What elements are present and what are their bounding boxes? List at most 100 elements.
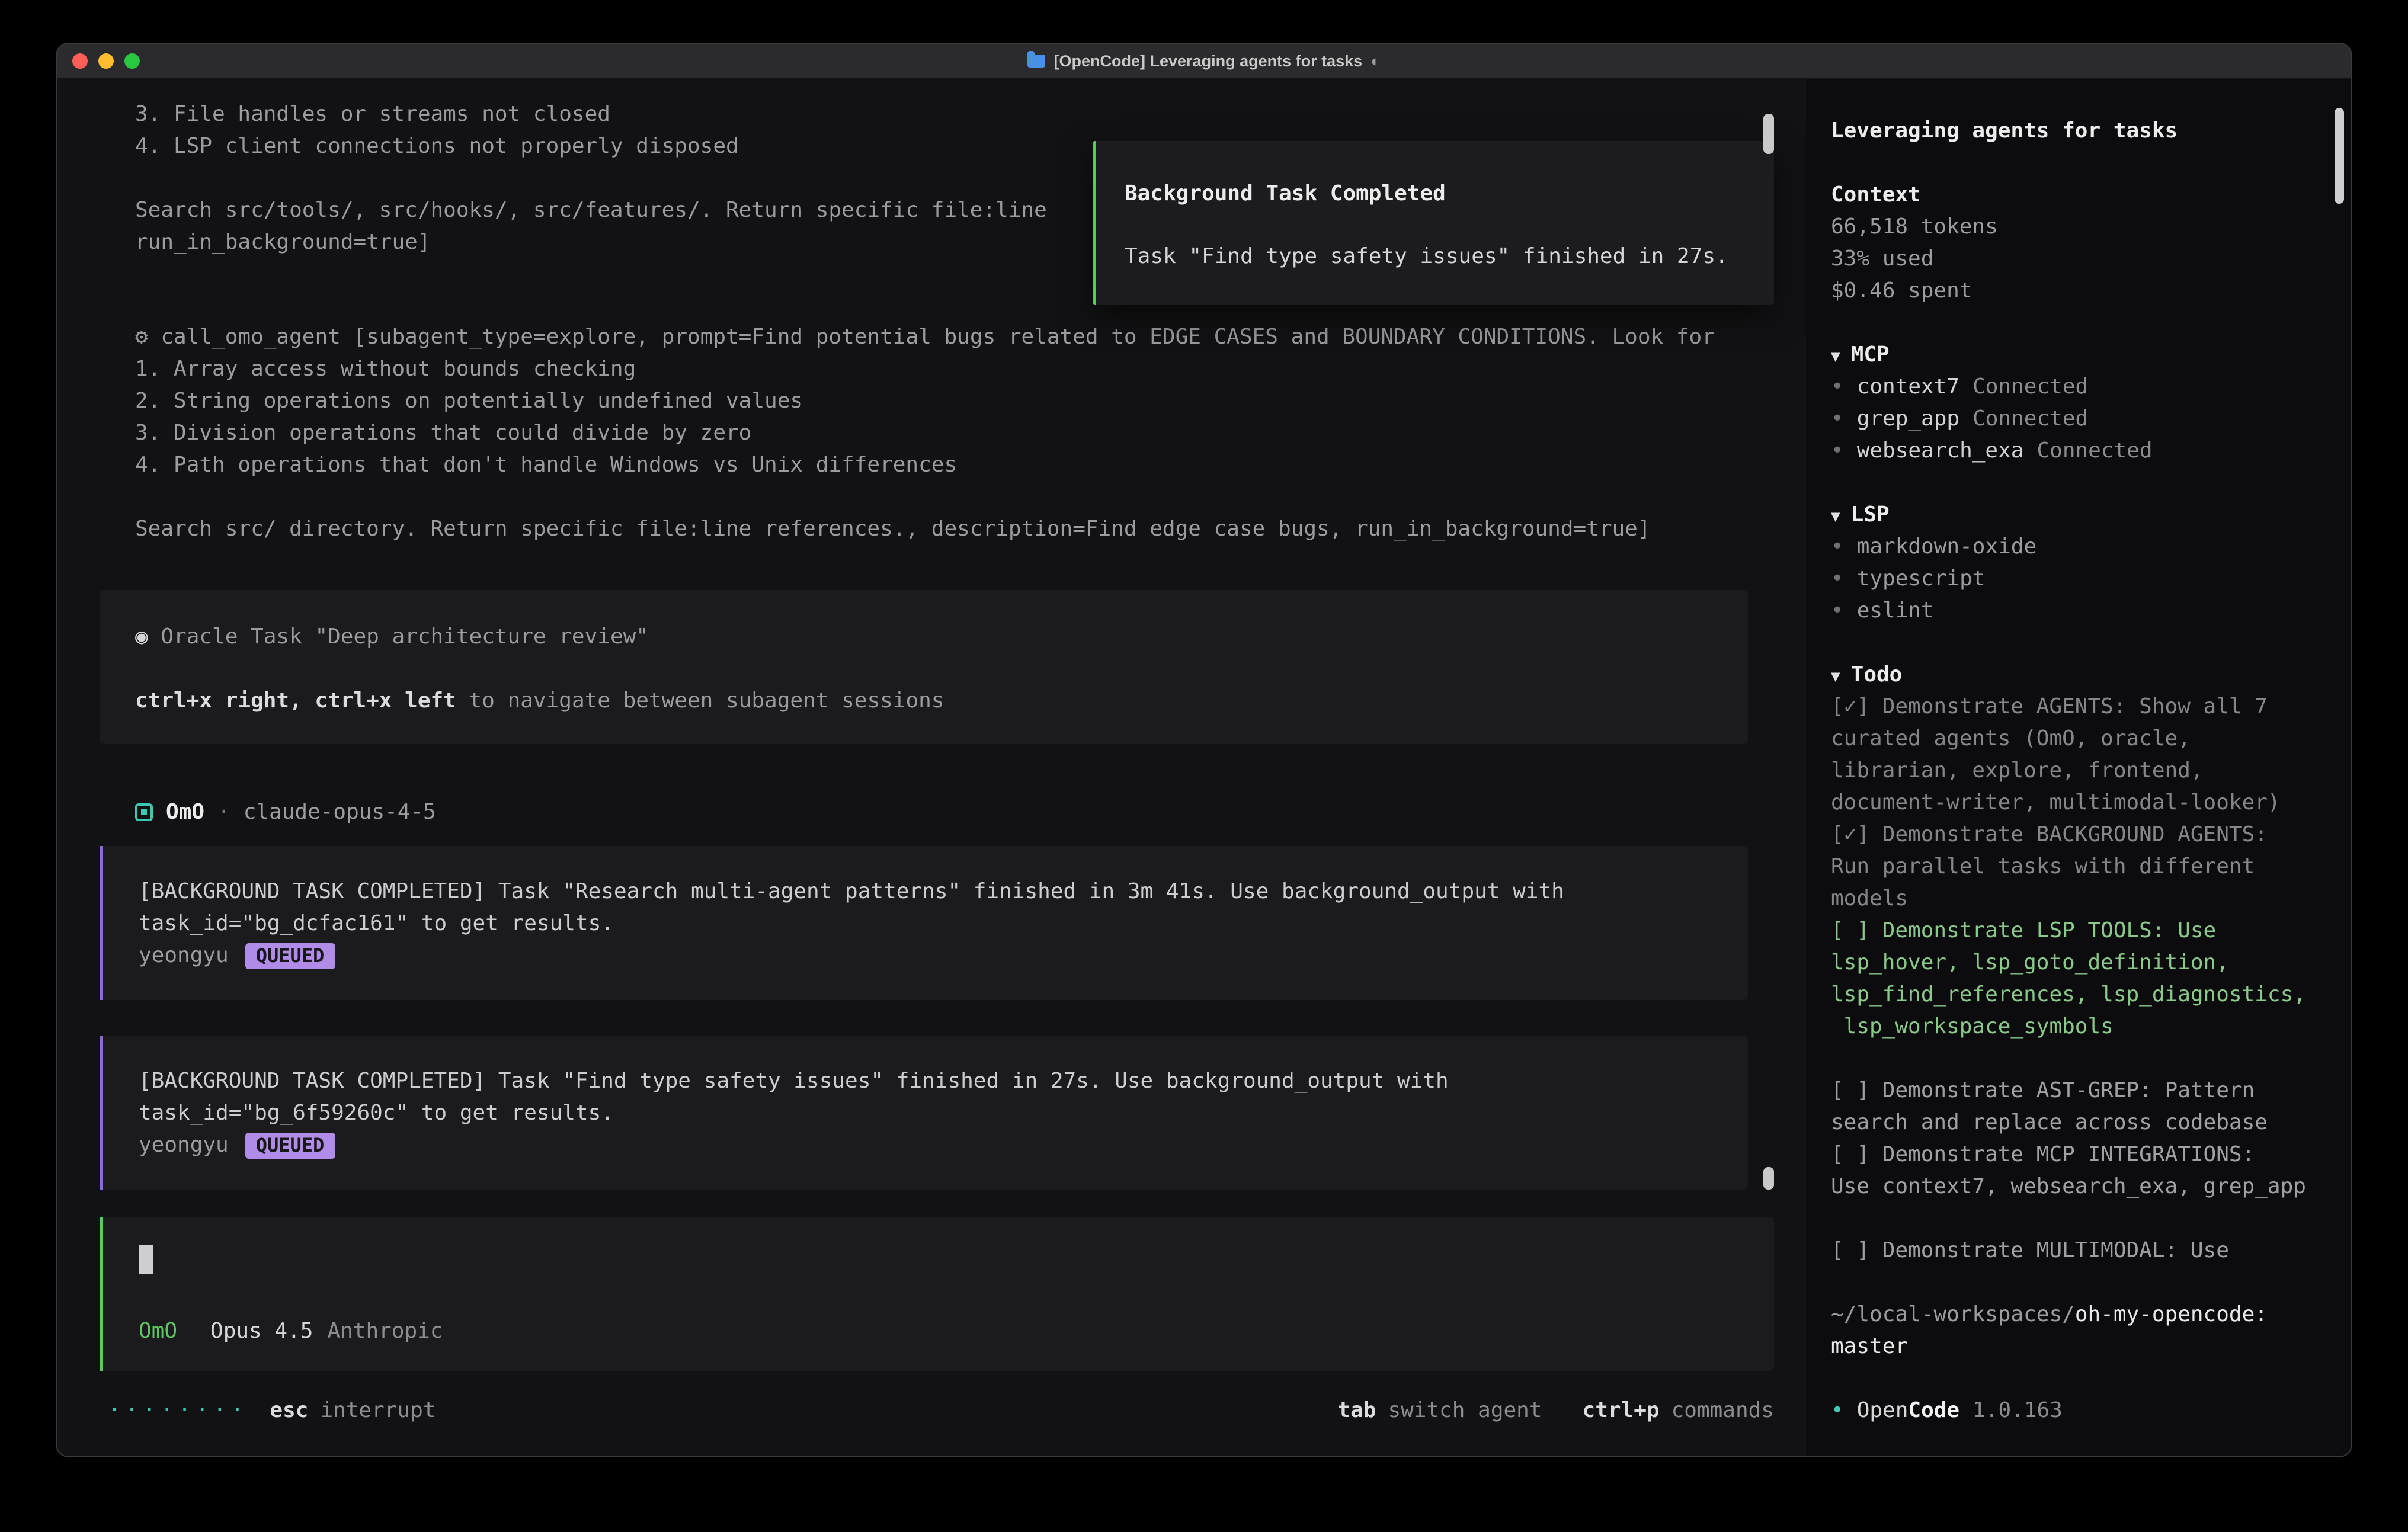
lsp-item: •eslint xyxy=(1831,595,2335,627)
spacer xyxy=(1831,467,2335,499)
mcp-item: •websearch_exaConnected xyxy=(1831,435,2335,467)
moon-icon: ◐ xyxy=(1370,52,1380,70)
message-block[interactable]: [BACKGROUND TASK COMPLETED] Task "Find t… xyxy=(100,1036,1748,1190)
bullet-icon: • xyxy=(1831,1398,1844,1423)
chat-area: 3. File handles or streams not closed 4.… xyxy=(57,79,1806,1456)
tab-key-label: switch agent xyxy=(1388,1395,1542,1427)
spacer xyxy=(1831,1267,2335,1299)
mcp-status: Connected xyxy=(1972,374,2088,399)
chevron-down-icon[interactable]: ▼ xyxy=(1831,508,1840,526)
notification-toast[interactable]: Background Task Completed Task "Find typ… xyxy=(1093,141,1774,305)
text-line: Search src/ directory. Return specific f… xyxy=(135,513,1774,545)
mcp-section-header[interactable]: ▼MCP xyxy=(1831,339,2335,371)
todo-item-active: [ ] Demonstrate LSP TOOLS: Use lsp_hover… xyxy=(1831,915,2335,1043)
bullet-icon: • xyxy=(1831,598,1844,623)
todo-item-pending: [ ] Demonstrate MCP INTEGRATIONS: Use co… xyxy=(1831,1139,2335,1203)
toast-title: Background Task Completed xyxy=(1125,178,1750,210)
author-name: yeongyu xyxy=(139,1133,229,1158)
message-meta: yeongyu QUEUED xyxy=(139,1129,1712,1161)
message-line: [BACKGROUND TASK COMPLETED] Task "Resear… xyxy=(139,876,1712,908)
oracle-task-panel[interactable]: ◉ Oracle Task "Deep architecture review"… xyxy=(100,590,1748,744)
bullet-icon: • xyxy=(1831,566,1844,591)
spacer xyxy=(1831,147,2335,179)
zoom-button[interactable] xyxy=(124,53,140,69)
input-model-label[interactable]: Opus 4.5 xyxy=(210,1315,313,1347)
message-line: [BACKGROUND TASK COMPLETED] Task "Find t… xyxy=(139,1065,1712,1097)
tool-call-header: ⚙ call_omo_agent [subagent_type=explore,… xyxy=(135,321,1774,353)
spacer xyxy=(1831,627,2335,659)
close-button[interactable] xyxy=(72,53,88,69)
lsp-item: •markdown-oxide xyxy=(1831,531,2335,563)
tool-call-block: ⚙ call_omo_agent [subagent_type=explore,… xyxy=(135,321,1774,545)
text-line: 1. Array access without bounds checking xyxy=(135,353,1774,385)
mcp-item: •context7Connected xyxy=(1831,371,2335,403)
todo-item-done: [✓] Demonstrate BACKGROUND AGENTS: Run p… xyxy=(1831,819,2335,915)
mcp-status: Connected xyxy=(1972,406,2088,431)
status-right: tab switch agent ctrl+p commands xyxy=(1337,1395,1774,1427)
agent-model: claude-opus-4-5 xyxy=(244,796,436,828)
agent-name: OmO xyxy=(166,796,204,828)
esc-key-label: interrupt xyxy=(320,1395,436,1427)
chevron-down-icon[interactable]: ▼ xyxy=(1831,668,1840,686)
bullet-icon: • xyxy=(1831,534,1844,559)
todo-section-header[interactable]: ▼Todo xyxy=(1831,659,2335,691)
ctrlp-key-hint: ctrl+p xyxy=(1583,1395,1660,1427)
traffic-lights xyxy=(72,44,140,78)
message-line: task_id="bg_dcfac161" to get results. xyxy=(139,908,1712,940)
spinner-dots-icon: ········ xyxy=(108,1395,248,1427)
text-line: 3. File handles or streams not closed xyxy=(135,98,1774,130)
session-title: Leveraging agents for tasks xyxy=(1831,115,2335,147)
gear-icon: ⚙ xyxy=(135,325,148,350)
window-title: [OpenCode] Leveraging agents for tasks xyxy=(1054,52,1363,70)
bullet-icon: • xyxy=(1831,438,1844,463)
toast-body: Task "Find type safety issues" finished … xyxy=(1125,241,1750,273)
spacer xyxy=(1831,1043,2335,1075)
esc-key-hint: esc xyxy=(270,1395,308,1427)
lsp-section-header[interactable]: ▼LSP xyxy=(1831,499,2335,531)
status-badge: QUEUED xyxy=(245,943,335,969)
main-scrollbar-thumb-2[interactable] xyxy=(1763,1167,1774,1190)
agent-icon xyxy=(135,803,153,821)
input-agent-label[interactable]: OmO xyxy=(139,1315,177,1347)
spacer xyxy=(1831,307,2335,339)
todo-item-pending: [ ] Demonstrate AST-GREP: Pattern search… xyxy=(1831,1075,2335,1139)
git-branch: master xyxy=(1831,1331,2335,1363)
blank-line xyxy=(135,653,1712,685)
record-icon: ◉ xyxy=(135,624,148,649)
minimize-button[interactable] xyxy=(98,53,114,69)
sidebar-scrollbar-thumb[interactable] xyxy=(2335,108,2344,204)
lsp-item: •typescript xyxy=(1831,563,2335,595)
keybind-text: ctrl+x right, ctrl+x left xyxy=(135,688,456,713)
agent-icon-inner xyxy=(141,809,147,815)
working-directory: ~/local-workspaces/oh-my-opencode: xyxy=(1831,1299,2335,1331)
window-title-group: [OpenCode] Leveraging agents for tasks ◐ xyxy=(1028,52,1381,70)
folder-icon xyxy=(1028,55,1046,68)
mcp-status: Connected xyxy=(2036,438,2152,463)
mcp-item: •grep_appConnected xyxy=(1831,403,2335,435)
status-left: ········ esc interrupt xyxy=(108,1395,436,1427)
bullet-icon: • xyxy=(1831,406,1844,431)
main-scrollbar-thumb[interactable] xyxy=(1763,114,1774,154)
context-spent: $0.46 spent xyxy=(1831,275,2335,307)
text-line: 2. String operations on potentially unde… xyxy=(135,385,1774,417)
desktop: [OpenCode] Leveraging agents for tasks ◐… xyxy=(0,0,2408,1532)
context-tokens: 66,518 tokens xyxy=(1831,211,2335,243)
text-line: 4. Path operations that don't handle Win… xyxy=(135,449,1774,481)
message-block[interactable]: [BACKGROUND TASK COMPLETED] Task "Resear… xyxy=(100,846,1748,1000)
text-cursor xyxy=(139,1245,153,1274)
agent-header: OmO · claude-opus-4-5 xyxy=(135,796,1774,828)
author-name: yeongyu xyxy=(139,943,229,968)
message-meta: yeongyu QUEUED xyxy=(139,940,1712,972)
oracle-hint: ctrl+x right, ctrl+x left to navigate be… xyxy=(135,685,1712,717)
titlebar[interactable]: [OpenCode] Leveraging agents for tasks ◐ xyxy=(57,44,2351,79)
input-provider-label: Anthropic xyxy=(327,1315,443,1347)
prompt-input[interactable]: OmO Opus 4.5 Anthropic xyxy=(100,1217,1774,1371)
oracle-task-title: ◉ Oracle Task "Deep architecture review" xyxy=(135,621,1712,653)
text-line: 3. Division operations that could divide… xyxy=(135,417,1774,449)
status-badge: QUEUED xyxy=(245,1133,335,1159)
bullet-icon: • xyxy=(1831,374,1844,399)
version-line: •OpenCode1.0.163 xyxy=(1831,1395,2335,1427)
todo-item-done: [✓] Demonstrate AGENTS: Show all 7 curat… xyxy=(1831,691,2335,819)
separator-dot: · xyxy=(217,796,230,828)
chevron-down-icon[interactable]: ▼ xyxy=(1831,348,1840,366)
